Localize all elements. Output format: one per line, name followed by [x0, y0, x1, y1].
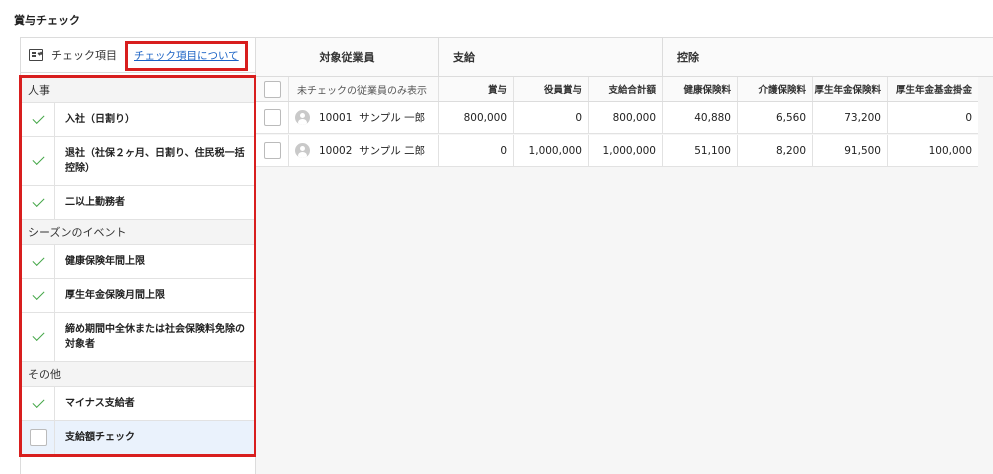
check-item-leave-exempt[interactable]: 締め期間中全休または社会保険料免除の対象者 [22, 313, 254, 362]
check-item-multi-employment[interactable]: 二以上勤務者 [22, 186, 254, 220]
employee-id: 10002 [319, 144, 353, 157]
col-pension-fund: 厚生年金基金掛金 [895, 85, 972, 96]
about-check-items-link[interactable]: チェック項目について [125, 40, 248, 71]
cell-bonus: 0 [439, 135, 514, 166]
cell-health-insurance: 51,100 [663, 135, 738, 166]
pay-group-header: 支給 [439, 38, 663, 76]
employee-id: 10001 [319, 111, 353, 124]
check-item-label: マイナス支給者 [65, 398, 135, 409]
check-item-pension-cap[interactable]: 厚生年金保険月間上限 [22, 279, 254, 313]
cell-health-insurance: 40,880 [663, 102, 738, 133]
check-item-resign[interactable]: 退社（社保２ヶ月、日割り、住民税一括控除） [22, 137, 254, 186]
check-icon [31, 111, 45, 124]
table-row[interactable]: 10001 サンプル 一郎 800,000 0 800,000 40,880 6… [256, 102, 978, 134]
unchecked-box[interactable] [29, 429, 47, 446]
cell-care-insurance: 6,560 [738, 102, 813, 133]
table-column-header: 未チェックの従業員のみ表示 賞与 役員賞与 支給合計額 健康保険料 介護保険料 … [256, 77, 978, 102]
avatar-icon [295, 110, 310, 125]
cell-officer-bonus: 1,000,000 [514, 135, 589, 166]
check-items-header: チェック項目 チェック項目について [21, 38, 255, 73]
check-icon [31, 152, 45, 166]
filter-checkbox-cell [256, 77, 289, 101]
cell-total-pay: 1,000,000 [589, 135, 663, 166]
col-care-insurance: 介護保険料 [738, 77, 813, 101]
cell-total-pay: 800,000 [589, 102, 663, 133]
employee-name: サンプル 一郎 [359, 112, 426, 124]
check-item-negative-pay[interactable]: マイナス支給者 [22, 387, 254, 421]
col-bonus: 賞与 [439, 77, 514, 101]
check-item-label: 支給額チェック [65, 432, 135, 443]
col-officer-bonus: 役員賞与 [514, 77, 589, 101]
cell-pension-fund: 100,000 [928, 144, 972, 157]
check-item-label: 健康保険年間上限 [65, 256, 145, 267]
col-health-insurance: 健康保険料 [663, 77, 738, 101]
employee-group-header: 対象従業員 [256, 38, 439, 76]
deduction-group-header: 控除 [677, 51, 699, 64]
check-icon [31, 287, 45, 300]
cell-pension-fund: 0 [965, 111, 972, 124]
check-item-label: 二以上勤務者 [65, 197, 125, 208]
row-checkbox[interactable] [263, 142, 281, 159]
cell-pension: 73,200 [813, 102, 888, 133]
check-item-label: 締め期間中全休または社会保険料免除の対象者 [65, 324, 245, 350]
checklist-icon [29, 49, 43, 61]
check-item-label: 厚生年金保険月間上限 [65, 290, 165, 301]
cell-bonus: 800,000 [439, 102, 514, 133]
avatar-icon [295, 143, 310, 158]
check-items-list: 人事 入社（日割り） 退社（社保２ヶ月、日割り、住民税一括控除） 二以上勤務者 … [19, 75, 257, 457]
employee-name: サンプル 二郎 [359, 145, 426, 157]
cell-care-insurance: 8,200 [738, 135, 813, 166]
bonus-table: 対象従業員 支給 控除 未チェックの従業員のみ表示 賞与 役員賞与 支給合計額 … [256, 37, 993, 474]
unchecked-only-checkbox[interactable] [263, 80, 281, 98]
row-checkbox[interactable] [263, 109, 281, 126]
check-icon [31, 395, 45, 408]
col-pension: 厚生年金保険料 [813, 77, 888, 101]
check-item-hire[interactable]: 入社（日割り） [22, 103, 254, 137]
check-icon [31, 194, 45, 207]
check-item-pay-amount[interactable]: 支給額チェック [22, 421, 254, 454]
cell-officer-bonus: 0 [514, 102, 589, 133]
category-other: その他 [22, 362, 254, 387]
check-item-label: 入社（日割り） [65, 114, 135, 125]
check-items-title: チェック項目 [51, 49, 117, 62]
cell-pension: 91,500 [813, 135, 888, 166]
category-hr: 人事 [22, 78, 254, 103]
table-row[interactable]: 10002 サンプル 二郎 0 1,000,000 1,000,000 51,1… [256, 135, 978, 167]
col-total-pay: 支給合計額 [589, 77, 663, 101]
unchecked-only-label: 未チェックの従業員のみ表示 [289, 77, 439, 101]
check-icon [31, 328, 45, 342]
table-group-header: 対象従業員 支給 控除 [256, 37, 993, 77]
page-title: 賞与チェック [14, 14, 80, 27]
check-icon [31, 253, 45, 266]
check-item-label: 退社（社保２ヶ月、日割り、住民税一括控除） [65, 148, 245, 174]
check-item-health-insurance-cap[interactable]: 健康保険年間上限 [22, 245, 254, 279]
category-season-events: シーズンのイベント [22, 220, 254, 245]
